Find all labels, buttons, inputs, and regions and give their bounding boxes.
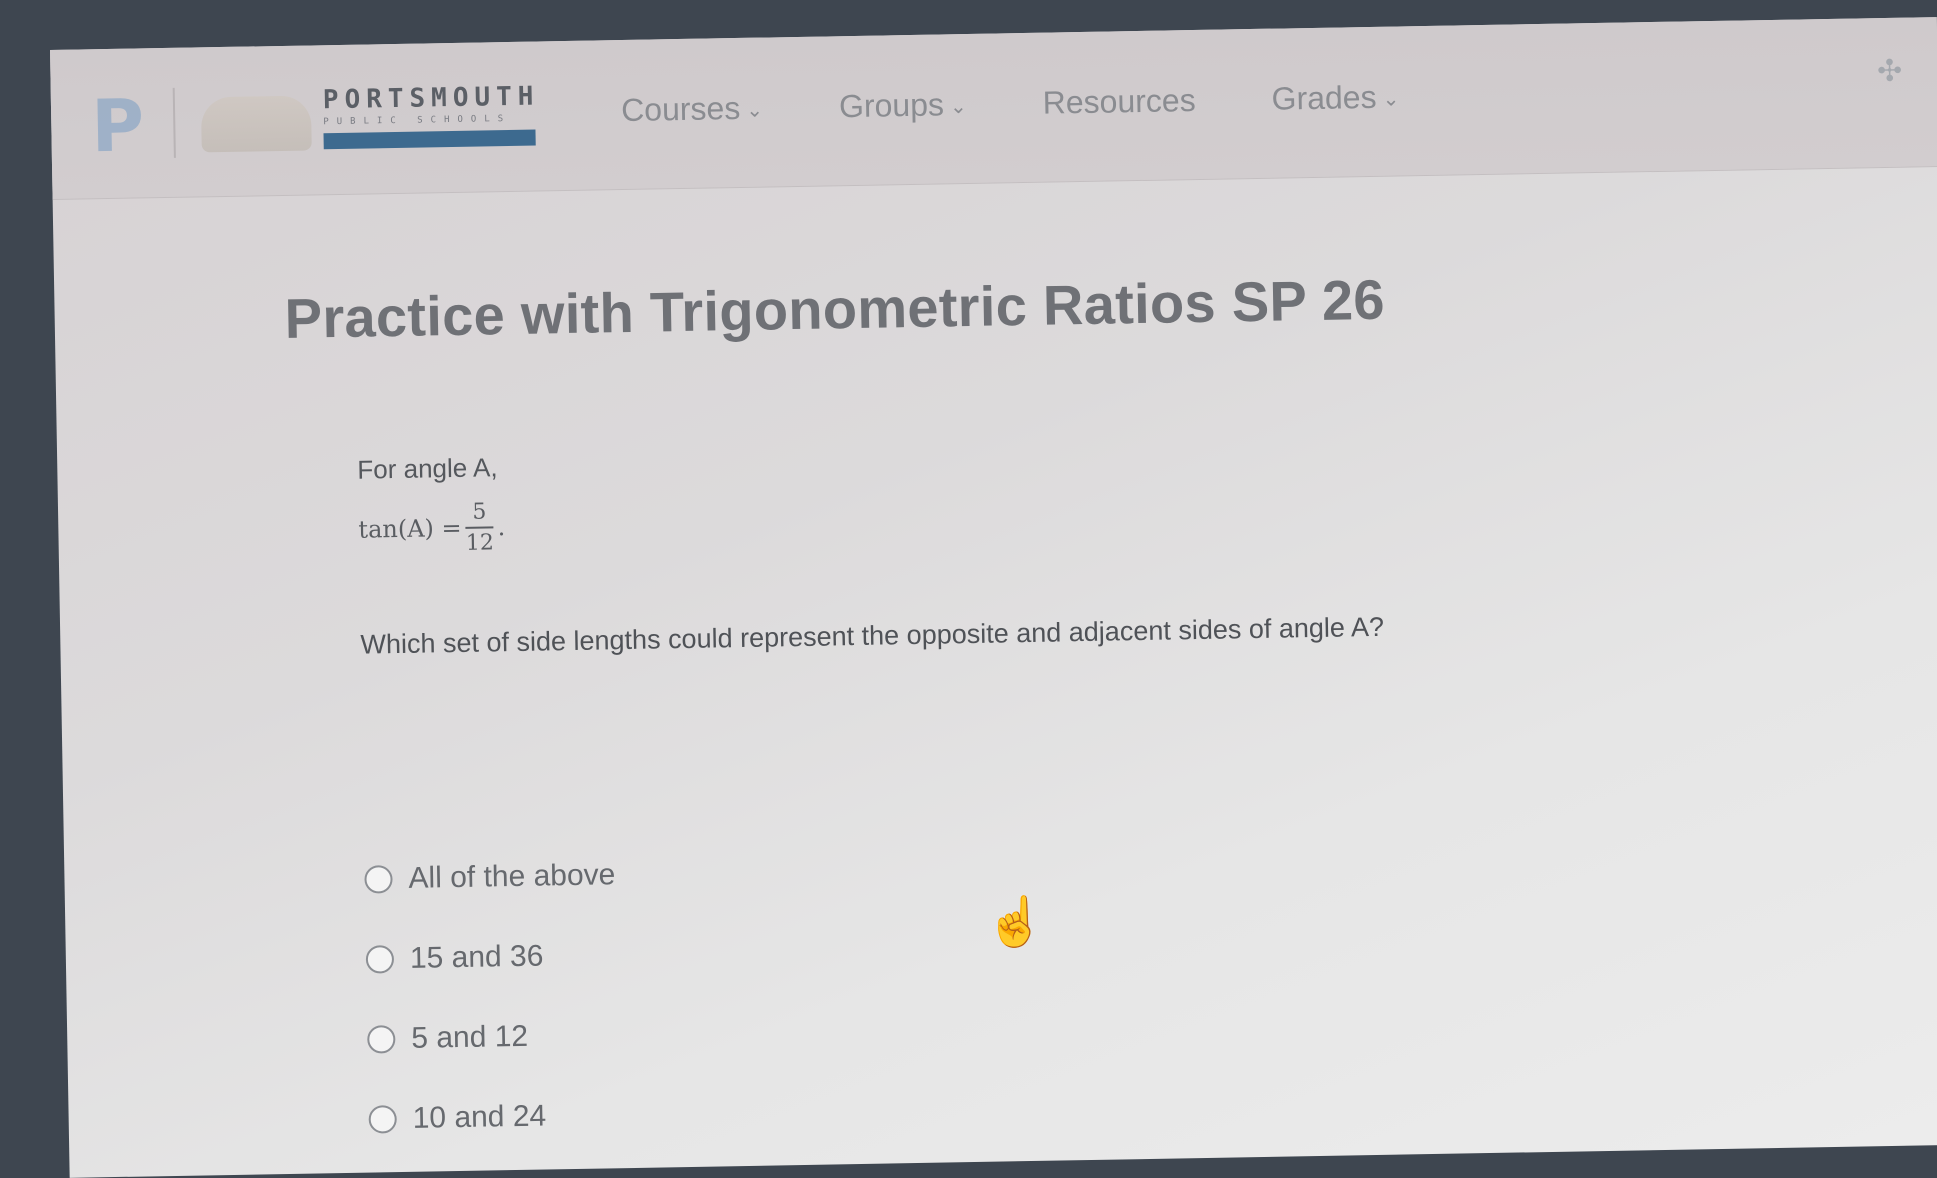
option-label: 15 and 36 <box>409 939 544 975</box>
question-intro: For angle A, <box>357 452 498 485</box>
answer-option[interactable]: 10 and 24 <box>368 1075 620 1159</box>
school-logo[interactable]: PORTSMOUTH PUBLIC SCHOOLS <box>322 81 544 150</box>
option-label: 10 and 24 <box>412 1099 547 1135</box>
nav-resources-label: Resources <box>1042 82 1196 121</box>
chevron-down-icon: ⌄ <box>746 99 764 122</box>
option-label: 5 and 12 <box>411 1019 529 1055</box>
nav-grades[interactable]: Grades ⌄ <box>1271 78 1399 117</box>
pointer-hand-icon: ☝ <box>984 895 1046 950</box>
equation-end: . <box>497 513 506 542</box>
nav-groups[interactable]: Groups ⌄ <box>839 86 967 125</box>
nav-courses-label: Courses <box>620 89 741 129</box>
answer-option[interactable]: All of the above <box>364 835 616 919</box>
nav-courses[interactable]: Courses ⌄ <box>621 90 764 129</box>
radio-button[interactable] <box>364 865 393 894</box>
school-name: PORTSMOUTH <box>322 81 540 116</box>
logo-divider <box>172 87 176 158</box>
app-window: P PORTSMOUTH PUBLIC SCHOOLS Courses ⌄ Gr… <box>50 17 1937 1178</box>
top-navigation-bar: P PORTSMOUTH PUBLIC SCHOOLS Courses ⌄ Gr… <box>50 17 1937 200</box>
question-block: For angle A, tan(A) = 5 12 . Which set o… <box>357 434 1560 661</box>
fraction-denominator: 12 <box>465 530 495 556</box>
radio-button[interactable] <box>368 1105 397 1134</box>
nav-grades-label: Grades <box>1271 78 1377 117</box>
fraction-bar <box>465 526 494 529</box>
question-equation: tan(A) = 5 12 . <box>358 481 1559 558</box>
page-title: Practice with Trigonometric Ratios SP 26 <box>284 267 1386 350</box>
main-nav: Courses ⌄ Groups ⌄ Resources Grades ⌄ <box>621 77 1476 129</box>
question-prompt: Which set of side lengths could represen… <box>360 611 1385 660</box>
nav-groups-label: Groups <box>838 86 945 125</box>
radio-button[interactable] <box>367 1025 396 1054</box>
fraction: 5 12 <box>465 499 495 556</box>
answer-option[interactable]: 15 and 36 <box>365 915 617 999</box>
p-logo-icon[interactable]: P <box>91 83 156 168</box>
option-label: All of the above <box>408 858 616 895</box>
fraction-numerator: 5 <box>472 499 487 525</box>
nav-resources[interactable]: Resources <box>1042 82 1196 122</box>
radio-button[interactable] <box>365 945 395 974</box>
equation-lhs: tan(A) = <box>358 513 462 544</box>
school-crest-icon <box>200 95 312 153</box>
chevron-down-icon: ⌄ <box>1382 88 1400 111</box>
answer-options: All of the above 15 and 36 5 and 12 10 a… <box>364 835 620 1159</box>
answer-option[interactable]: 5 and 12 <box>367 995 619 1079</box>
chevron-down-icon: ⌄ <box>949 96 967 119</box>
school-ribbon <box>323 129 536 150</box>
school-subtitle: PUBLIC SCHOOLS <box>323 113 512 128</box>
grid-menu-icon[interactable]: ✣ <box>1869 52 1910 93</box>
